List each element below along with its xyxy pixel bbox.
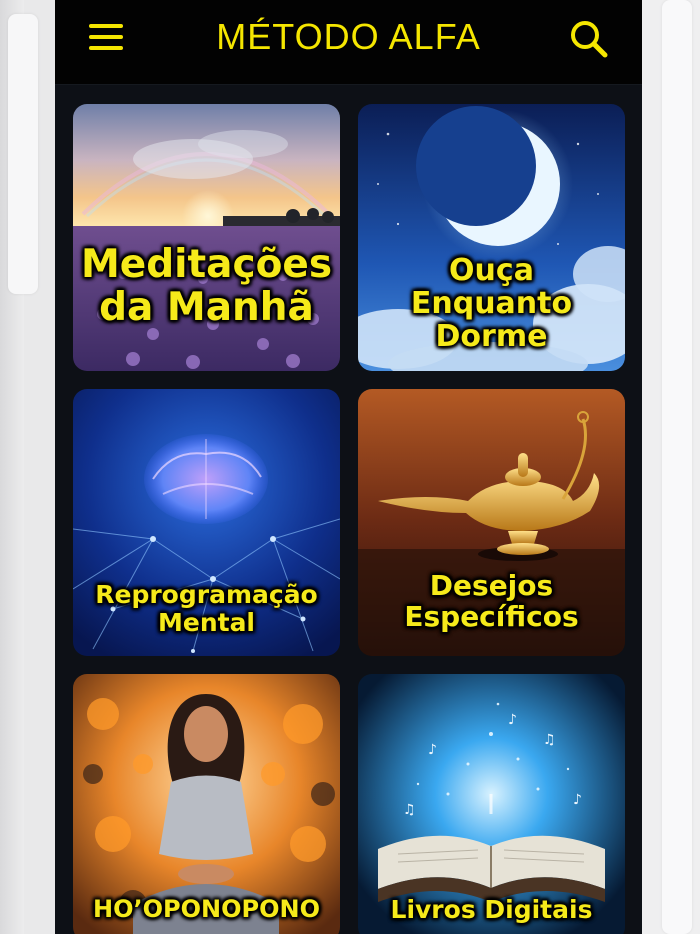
background-card-left — [8, 14, 38, 294]
tile-label: Livros Digitais — [358, 896, 625, 924]
tile-label-line: Enquanto — [410, 286, 573, 321]
tile-label-line: Livros Digitais — [390, 895, 593, 924]
top-app-bar: MÉTODO ALFA — [55, 0, 642, 85]
lavender-field-image — [73, 104, 340, 371]
background-card-right — [662, 0, 692, 934]
category-grid: Meditações da Manhã Ouça Enquanto Dorme … — [73, 104, 625, 934]
tile-reprogramacao-mental[interactable]: Reprogramação Mental — [73, 389, 340, 656]
svg-text:♪: ♪ — [508, 712, 517, 728]
tile-label-line: Desejos — [429, 569, 554, 602]
tile-label-line: Dorme — [435, 319, 548, 354]
tile-label-line: Meditações — [80, 242, 333, 287]
tile-label-line: da Manhã — [99, 284, 314, 330]
svg-text:♪: ♪ — [428, 742, 437, 758]
tile-desejos-especificos[interactable]: Desejos Específicos — [358, 389, 625, 656]
svg-text:♫: ♫ — [403, 802, 416, 818]
tile-label: Ouça Enquanto Dorme — [358, 254, 625, 353]
app-title: MÉTODO ALFA — [216, 16, 481, 57]
tile-label: Reprogramação Mental — [73, 581, 340, 636]
tile-livros-digitais[interactable]: ♪ ♫ ♪ ♫ ♪ Livros Digitais — [358, 674, 625, 934]
tile-hooponopono[interactable]: HO’OPONOPONO — [73, 674, 340, 934]
tile-label: Meditações da Manhã — [73, 242, 340, 330]
tile-label-line: HO’OPONOPONO — [93, 895, 320, 923]
tile-label: HO’OPONOPONO — [73, 895, 340, 923]
tile-label-line: Específicos — [404, 599, 579, 633]
tile-meditacoes-da-manha[interactable]: Meditações da Manhã — [73, 104, 340, 371]
search-icon[interactable] — [567, 17, 611, 61]
app-screen: MÉTODO ALFA Meditações da Manhã Ouça Enq… — [55, 0, 642, 934]
tile-label-line: Reprogramação — [95, 580, 318, 609]
tile-label: Desejos Específicos — [358, 569, 625, 633]
tile-label-line: Mental — [157, 607, 256, 637]
svg-text:♫: ♫ — [543, 732, 556, 748]
svg-text:♪: ♪ — [573, 792, 582, 808]
tile-ouca-enquanto-dorme[interactable]: Ouça Enquanto Dorme — [358, 104, 625, 371]
tile-label-line: Ouça — [449, 253, 534, 288]
